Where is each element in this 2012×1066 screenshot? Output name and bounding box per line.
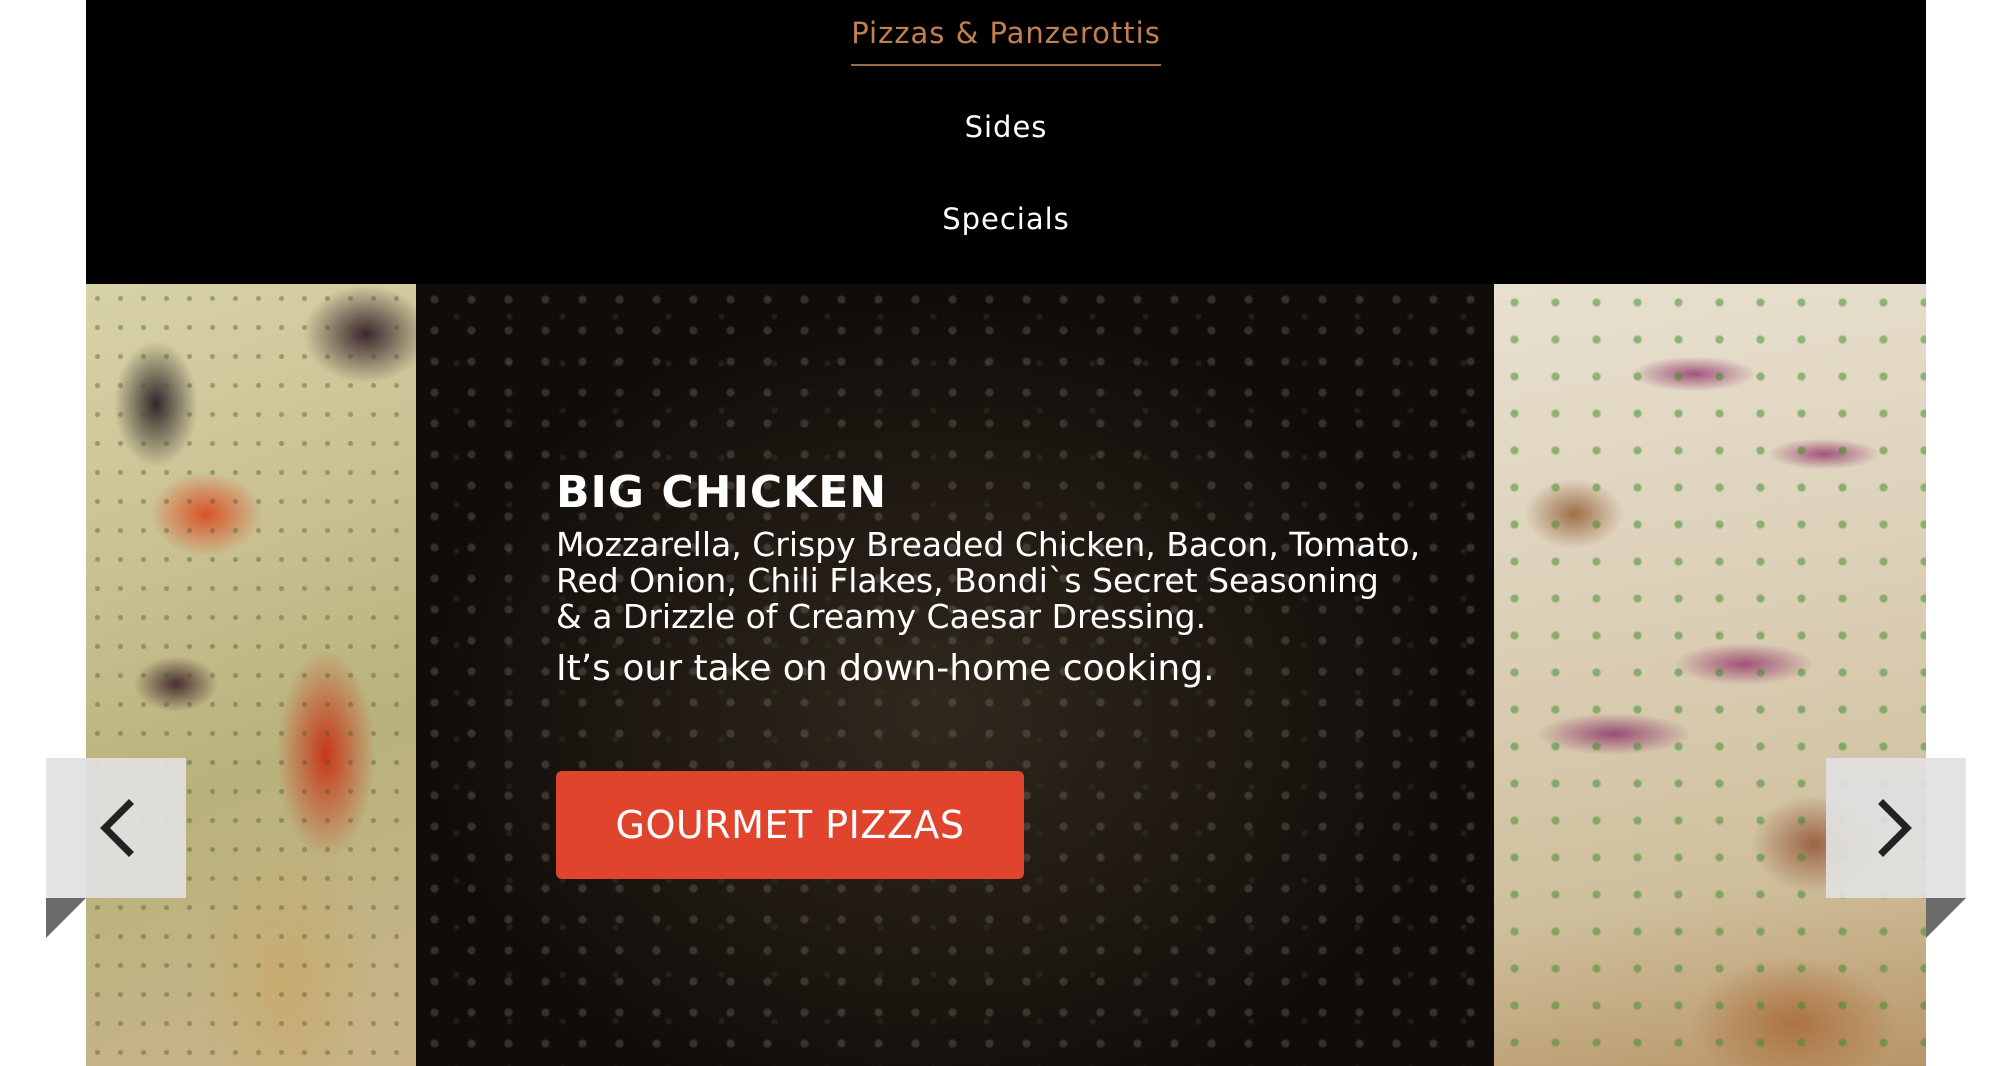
pizza-carousel: BIG CHICKEN Mozzarella, Crispy Breaded C… (86, 284, 1926, 1066)
nav-item-label: Sides (964, 110, 1048, 144)
slide-description: Mozzarella, Crispy Breaded Chicken, Baco… (556, 525, 1421, 637)
slide-tagline: It’s our take on down-home cooking. (556, 648, 1215, 690)
carousel-next-button[interactable] (1826, 758, 1966, 898)
page-frame: Pizzas & Panzerottis Sides Specials BIG … (86, 0, 1926, 1066)
slide-caption: BIG CHICKEN Mozzarella, Crispy Breaded C… (556, 467, 1456, 691)
gourmet-pizzas-button[interactable]: GOURMET PIZZAS (556, 771, 1024, 879)
arrow-fold-shadow (1926, 898, 1966, 938)
arrow-fold-shadow (46, 898, 86, 938)
chevron-left-icon (100, 799, 134, 857)
menu-category-nav: Pizzas & Panzerottis Sides Specials (86, 0, 1926, 284)
next-slide-image (1494, 284, 1926, 1066)
previous-slide-image (86, 284, 416, 1066)
carousel-prev-button[interactable] (46, 758, 186, 898)
nav-item-sides[interactable]: Sides (86, 110, 1926, 144)
nav-item-specials[interactable]: Specials (86, 202, 1926, 236)
nav-item-pizzas-panzerottis[interactable]: Pizzas & Panzerottis (86, 16, 1926, 66)
chevron-right-icon (1878, 799, 1912, 857)
nav-item-label: Specials (942, 202, 1070, 236)
nav-item-label: Pizzas & Panzerottis (851, 16, 1161, 66)
slide-title: BIG CHICKEN (556, 467, 888, 518)
